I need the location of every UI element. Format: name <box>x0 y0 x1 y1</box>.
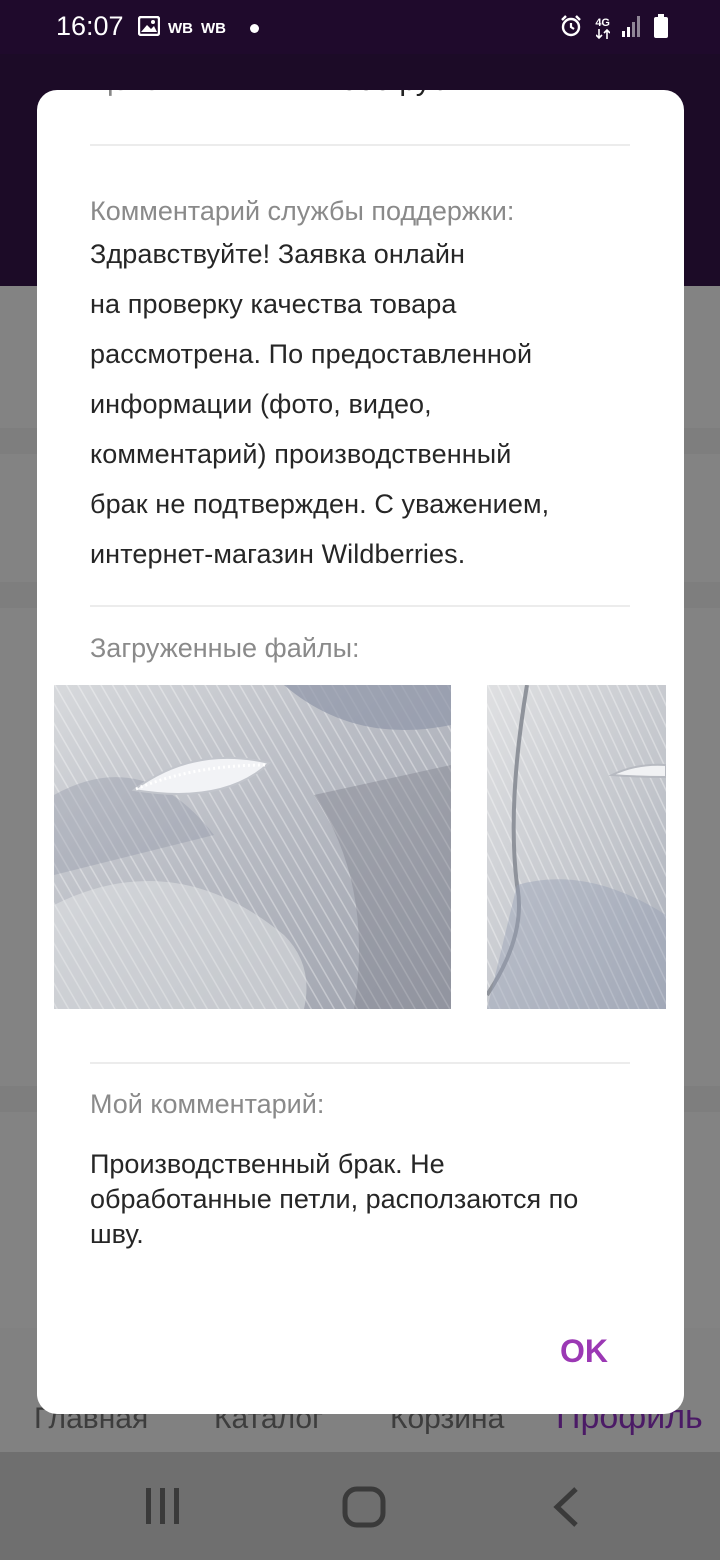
price-label: Цена: <box>90 90 170 98</box>
support-comment-line: интернет-магазин Wildberries. <box>90 539 466 569</box>
uploaded-files-carousel[interactable] <box>54 685 684 1009</box>
complaint-details-dialog: Цена: 1 000 руб. Комментарий службы подд… <box>37 90 684 1414</box>
support-comment-line: Здравствуйте! Заявка онлайн <box>90 239 466 269</box>
price-row: Цена: 1 000 руб. <box>90 90 631 104</box>
fabric-photo-2[interactable] <box>487 685 666 1009</box>
wb-notification-icon: WB <box>201 19 226 37</box>
alarm-icon <box>559 14 583 43</box>
signal-icon <box>622 15 642 42</box>
support-comment-line: на проверку качества товара <box>90 289 457 319</box>
price-value: 1 000 руб. <box>316 90 457 98</box>
network-type-label: 4G <box>595 17 610 29</box>
support-comment-line: рассмотрена. По предоставленной <box>90 339 533 369</box>
files-label: Загруженные файлы: <box>90 633 360 663</box>
support-comment-line: комментарий) производственный <box>90 439 512 469</box>
my-comment-text: Производственный брак. Не обработанные п… <box>90 1149 579 1249</box>
fabric-photo-1[interactable] <box>54 685 451 1009</box>
recent-apps-icon[interactable] <box>144 1486 182 1531</box>
support-comment-line: брак не подтвержден. С уважением, <box>90 489 550 519</box>
image-icon <box>137 15 161 40</box>
status-time: 16:07 <box>56 11 124 41</box>
divider <box>90 1062 630 1064</box>
support-comment-label: Комментарий службы поддержки: <box>90 196 515 226</box>
divider <box>90 605 630 607</box>
wb-notification-icon: WB <box>168 19 193 37</box>
support-comment-line: информации (фото, видео, <box>90 389 432 419</box>
dialog-scroll-area[interactable]: Цена: 1 000 руб. Комментарий службы подд… <box>37 90 684 1380</box>
status-left-icons: WB WB <box>137 15 259 40</box>
support-comment-text: Здравствуйте! Заявка онлайн на проверку … <box>90 229 635 579</box>
status-right-icons: 4G <box>559 14 668 43</box>
my-comment-label: Мой комментарий: <box>90 1089 325 1119</box>
4g-icon: 4G <box>595 18 610 39</box>
home-icon[interactable] <box>342 1486 386 1533</box>
battery-icon <box>654 14 668 43</box>
back-icon[interactable] <box>552 1486 580 1533</box>
status-bar: 16:07 WB WB 4G <box>0 0 720 54</box>
ok-button[interactable]: OK <box>560 1333 608 1370</box>
notification-dot-icon <box>250 23 259 33</box>
divider <box>90 144 630 146</box>
